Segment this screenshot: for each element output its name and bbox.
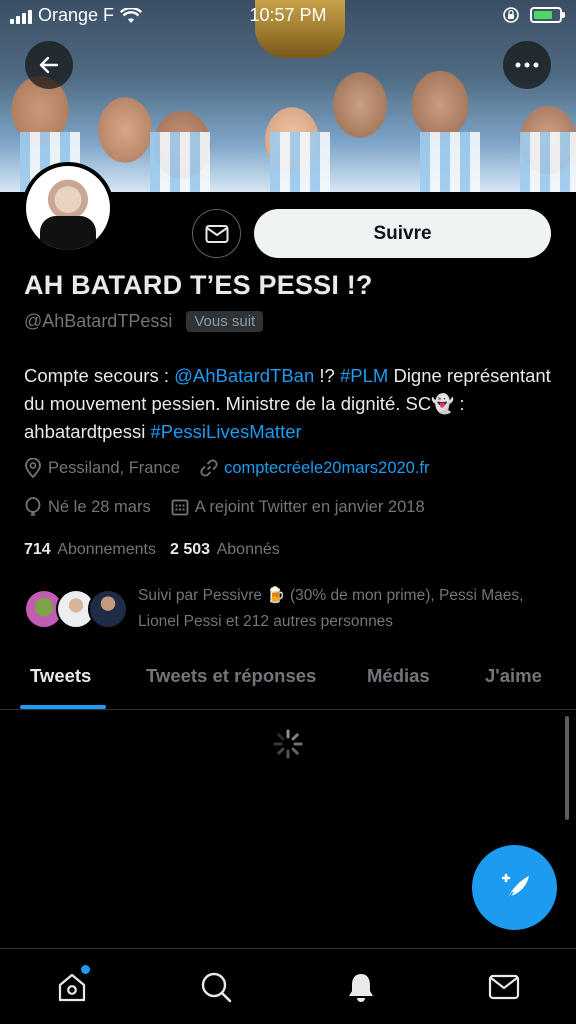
search-icon (201, 972, 232, 1003)
mail-icon (488, 974, 520, 1000)
compose-tweet-icon (501, 873, 529, 900)
nav-home[interactable] (54, 965, 90, 1005)
banner-jersey (420, 132, 480, 192)
location-item: Pessiland, France (24, 458, 180, 478)
follow-counts: 714 Abonnements 2 503 Abonnés (24, 541, 280, 559)
followers-count-link[interactable]: 2 503 Abonnés (170, 541, 280, 559)
compose-tweet-button[interactable] (472, 845, 557, 930)
active-tab-indicator (20, 705, 106, 709)
followers-count: 2 503 (170, 541, 211, 558)
link-icon (200, 459, 218, 477)
profile-name: AH BATARD T’ES PESSI !? (24, 270, 373, 300)
following-count-link[interactable]: 714 Abonnements (24, 541, 156, 559)
bio-hashtag-link[interactable]: #PLM (340, 365, 388, 386)
avatar (88, 589, 128, 629)
profile-avatar[interactable] (22, 162, 114, 254)
orientation-lock-icon (503, 7, 519, 23)
location-text: Pessiland, France (48, 458, 181, 477)
website-link[interactable]: comptecréele20mars2020.fr (224, 459, 429, 478)
back-button[interactable] (25, 41, 73, 89)
meta-row-2: Né le 28 mars A rejoint Twitter en janvi… (24, 497, 439, 517)
tab-tweets[interactable]: Tweets (30, 665, 91, 687)
balloon-icon (25, 497, 41, 516)
bio-mention-link[interactable]: @AhBatardTBan (174, 365, 314, 386)
joined-text: A rejoint Twitter en janvier 2018 (194, 497, 425, 516)
message-button[interactable] (192, 209, 241, 258)
more-icon (515, 62, 539, 68)
nav-notifications[interactable] (343, 969, 379, 1005)
meta-row-1: Pessiland, France comptecréele20mars2020… (24, 458, 444, 478)
home-icon (58, 973, 86, 1002)
bio-hashtag-link[interactable]: #PessiLivesMatter (151, 421, 302, 442)
banner-jersey (520, 132, 576, 192)
bottom-navigation (0, 948, 576, 1024)
banner-jersey (270, 132, 330, 192)
more-options-button[interactable] (503, 41, 551, 89)
home-notification-dot (81, 965, 90, 974)
envelope-icon (205, 224, 228, 243)
followed-by-text: Suivi par Pessivre 🍺 (30% de mon prime),… (138, 587, 524, 630)
profile-tabs: Tweets Tweets et réponses Médias J'aime (0, 650, 576, 710)
status-bar: Orange F 10:57 PM (0, 0, 576, 34)
calendar-icon (171, 499, 189, 516)
birthday-text: Né le 28 mars (48, 497, 151, 516)
website-item[interactable]: comptecréele20mars2020.fr (200, 459, 430, 478)
tab-likes[interactable]: J'aime (485, 665, 542, 687)
tab-tweets-replies[interactable]: Tweets et réponses (146, 665, 316, 687)
scrollbar[interactable] (565, 716, 569, 820)
birthday-item: Né le 28 mars (24, 497, 151, 517)
profile-handle: @AhBatardTPessi (24, 311, 173, 331)
profile-bio: Compte secours : @AhBatardTBan !? #PLM D… (24, 362, 564, 446)
following-count: 714 (24, 541, 51, 558)
bell-icon (349, 974, 373, 1002)
handle-row: @AhBatardTPessi Vous suit (24, 311, 264, 332)
nav-search[interactable] (198, 969, 234, 1005)
following-label: Abonnements (57, 541, 156, 558)
clock: 10:57 PM (249, 5, 327, 25)
loading-spinner-icon (273, 729, 303, 759)
followed-by-avatars (24, 589, 134, 629)
location-pin-icon (25, 458, 41, 478)
avatar-shirt (40, 216, 96, 250)
nav-messages[interactable] (486, 969, 522, 1005)
bio-text: !? (314, 365, 340, 386)
bio-text: Compte secours : (24, 365, 175, 386)
battery-icon (530, 7, 565, 23)
joined-item: A rejoint Twitter en janvier 2018 (171, 498, 425, 517)
tab-media[interactable]: Médias (367, 665, 430, 687)
follows-you-badge: Vous suit (186, 311, 264, 332)
back-arrow-icon (39, 56, 59, 74)
followers-label: Abonnés (216, 541, 280, 558)
banner-jersey (150, 132, 210, 192)
follow-button[interactable]: Suivre (254, 209, 551, 258)
